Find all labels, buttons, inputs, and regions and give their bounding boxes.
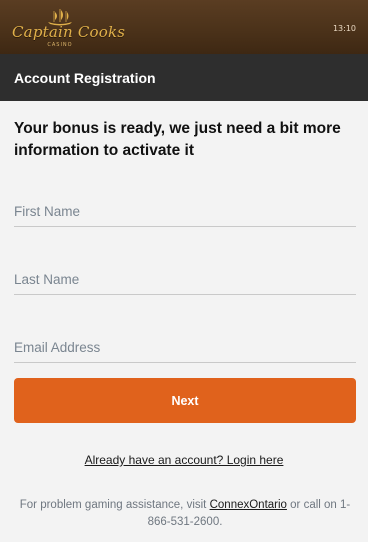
email-input[interactable] [14, 333, 356, 362]
connex-ontario-link[interactable]: ConnexOntario [210, 499, 287, 511]
email-field[interactable] [14, 333, 356, 363]
next-button[interactable]: Next [14, 378, 356, 423]
first-name-field[interactable] [14, 197, 356, 227]
page-header: Account Registration [0, 54, 368, 101]
page-title: Account Registration [14, 70, 156, 86]
logo-subtext: CASINO [47, 42, 73, 48]
login-link[interactable]: Already have an account? Login here [0, 453, 368, 467]
intro-text: Your bonus is ready, we just need a bit … [14, 120, 341, 159]
casino-logo[interactable]: Captain Cooks CASINO [12, 6, 126, 50]
last-name-field[interactable] [14, 265, 356, 295]
footer-help: For problem gaming assistance, visit Con… [14, 497, 356, 531]
logo-text: Captain Cooks [12, 23, 126, 41]
top-bar: Captain Cooks CASINO 13:10 [0, 0, 368, 54]
footer-prefix: For problem gaming assistance, visit [19, 499, 207, 511]
status-time: 13:10 [332, 24, 356, 33]
first-name-input[interactable] [14, 197, 356, 226]
last-name-input[interactable] [14, 265, 356, 294]
